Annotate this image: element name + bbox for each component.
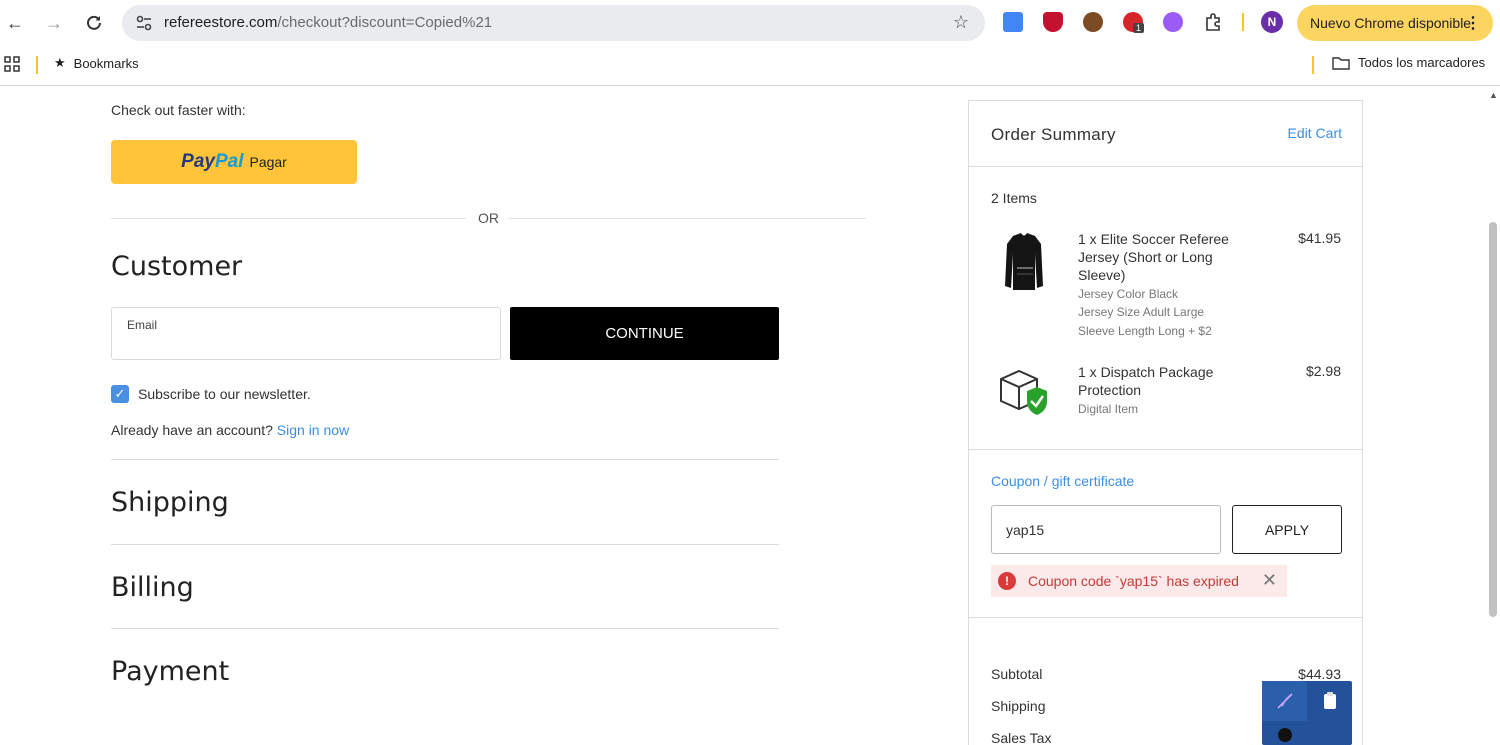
item-option: Jersey Color Black bbox=[1078, 287, 1179, 301]
section-divider bbox=[111, 544, 779, 545]
coupon-error-message: Coupon code `yap15` has expired bbox=[1028, 573, 1239, 589]
newsletter-label: Subscribe to our newsletter. bbox=[138, 386, 311, 402]
newsletter-option[interactable]: ✓ Subscribe to our newsletter. bbox=[111, 385, 311, 403]
subtotal-value: $44.93 bbox=[1298, 666, 1341, 682]
google-translate-icon[interactable] bbox=[1003, 12, 1023, 32]
avatar-icon[interactable] bbox=[1262, 725, 1307, 745]
apply-coupon-button[interactable]: APPLY bbox=[1232, 505, 1342, 554]
chrome-update-button[interactable]: Nuevo Chrome disponible ⋮ bbox=[1297, 5, 1493, 41]
clipboard-icon[interactable] bbox=[1307, 681, 1352, 721]
jersey-image bbox=[991, 230, 1057, 296]
address-bar[interactable]: refereestore.com/checkout?discount=Copie… bbox=[122, 5, 985, 41]
coupon-input[interactable] bbox=[991, 505, 1221, 554]
sign-in-link[interactable]: Sign in now bbox=[277, 422, 349, 438]
star-icon: ★ bbox=[54, 55, 66, 70]
email-label: Email bbox=[127, 318, 158, 332]
scroll-up-arrow-icon[interactable]: ▲ bbox=[1489, 90, 1498, 100]
apps-grid-icon[interactable] bbox=[4, 56, 20, 72]
purple-extension-icon[interactable] bbox=[1163, 12, 1183, 32]
continue-button[interactable]: CONTINUE bbox=[510, 307, 779, 360]
url-path: /checkout?discount=Copied%21 bbox=[277, 14, 493, 31]
cookie-icon[interactable] bbox=[1083, 12, 1103, 32]
paypal-action-label: Pagar bbox=[249, 154, 287, 170]
summary-divider bbox=[969, 617, 1362, 618]
coupon-error-alert: ! Coupon code `yap15` has expired ✕ bbox=[991, 565, 1287, 597]
items-count: 2 Items bbox=[991, 190, 1037, 206]
or-line-left bbox=[111, 218, 466, 219]
edit-cart-link[interactable]: Edit Cart bbox=[1288, 125, 1342, 141]
paypal-logo-pal: Pal bbox=[214, 151, 244, 172]
account-prompt: Already have an account? Sign in now bbox=[111, 422, 349, 438]
billing-title: Billing bbox=[111, 572, 194, 603]
newsletter-checkbox[interactable]: ✓ bbox=[111, 385, 129, 403]
extensions-puzzle-icon[interactable] bbox=[1203, 12, 1223, 32]
back-arrow-icon[interactable]: ← bbox=[3, 11, 27, 35]
or-divider: OR bbox=[111, 209, 866, 227]
section-divider bbox=[111, 628, 779, 629]
customer-title: Customer bbox=[111, 251, 243, 282]
checkout-faster-label: Check out faster with: bbox=[111, 102, 246, 118]
floating-widget[interactable] bbox=[1262, 681, 1352, 745]
or-label: OR bbox=[478, 210, 499, 226]
close-icon[interactable]: ✕ bbox=[1262, 570, 1277, 591]
item-option: Jersey Size Adult Large bbox=[1078, 305, 1205, 319]
item-price: $2.98 bbox=[1305, 363, 1341, 379]
paypal-logo: PayPal bbox=[181, 151, 243, 173]
bookmarks-bar: ★ Bookmarks Todos los marcadores bbox=[0, 46, 1500, 86]
bookmarks-separator bbox=[36, 56, 38, 74]
subtotal-label: Subtotal bbox=[991, 666, 1043, 682]
account-prompt-text: Already have an account? bbox=[111, 422, 273, 438]
toolbar-separator bbox=[1242, 13, 1244, 31]
payment-title: Payment bbox=[111, 656, 230, 687]
item-name: 1 x Elite Soccer Referee Jersey (Short o… bbox=[1078, 231, 1229, 283]
reload-icon[interactable] bbox=[82, 11, 106, 35]
item-price: $41.95 bbox=[1298, 230, 1341, 246]
order-summary: Order Summary Edit Cart 2 Items 1 x Elit… bbox=[968, 100, 1363, 745]
email-input[interactable] bbox=[126, 334, 486, 356]
all-bookmarks-folder[interactable]: Todos los marcadores bbox=[1332, 55, 1485, 70]
order-summary-header: Order Summary Edit Cart bbox=[969, 101, 1362, 167]
paypal-logo-pay: Pay bbox=[181, 151, 215, 172]
order-summary-title: Order Summary bbox=[991, 125, 1116, 144]
sales-tax-label: Sales Tax bbox=[991, 730, 1052, 745]
bookmarks-folder[interactable]: ★ Bookmarks bbox=[54, 55, 139, 71]
bookmarks-separator-right bbox=[1312, 56, 1314, 74]
extension-red-icon[interactable]: 1 bbox=[1123, 12, 1145, 33]
summary-divider bbox=[969, 449, 1362, 450]
checkout-page: Check out faster with: PayPal Pagar OR C… bbox=[0, 87, 1500, 745]
more-menu-icon[interactable]: ⋮ bbox=[1465, 13, 1481, 33]
item-option: Digital Item bbox=[1078, 402, 1139, 416]
site-settings-icon[interactable] bbox=[134, 13, 154, 33]
scrollbar-thumb[interactable] bbox=[1489, 222, 1497, 617]
extension-badge: 1 bbox=[1133, 23, 1145, 33]
ublock-shield-icon[interactable] bbox=[1043, 12, 1063, 32]
profile-avatar[interactable]: N bbox=[1261, 11, 1283, 33]
chrome-update-label: Nuevo Chrome disponible bbox=[1310, 15, 1472, 31]
bookmark-star-icon[interactable]: ☆ bbox=[953, 12, 969, 33]
email-field[interactable]: Email bbox=[111, 307, 501, 360]
error-icon: ! bbox=[998, 572, 1016, 590]
package-protection-icon bbox=[991, 363, 1057, 429]
feather-icon[interactable] bbox=[1262, 681, 1307, 721]
subtotal-row: Subtotal $44.93 bbox=[991, 666, 1341, 682]
all-bookmarks-label: Todos los marcadores bbox=[1358, 55, 1486, 70]
coupon-toggle-link[interactable]: Coupon / gift certificate bbox=[991, 473, 1134, 489]
browser-toolbar: ← → refereestore.com/checkout?discount=C… bbox=[0, 0, 1500, 46]
item-option: Sleeve Length Long + $2 bbox=[1078, 324, 1212, 338]
shipping-label: Shipping bbox=[991, 698, 1046, 714]
bookmarks-label: Bookmarks bbox=[73, 55, 139, 71]
url-text[interactable]: refereestore.com/checkout?discount=Copie… bbox=[164, 14, 492, 31]
url-host: refereestore.com bbox=[164, 14, 278, 31]
item-name: 1 x Dispatch Package Protection bbox=[1078, 364, 1214, 398]
folder-icon bbox=[1332, 56, 1350, 70]
or-line-right bbox=[509, 218, 866, 219]
page-scrollbar[interactable]: ▲ bbox=[1486, 87, 1500, 745]
forward-arrow-icon[interactable]: → bbox=[42, 11, 66, 35]
paypal-button[interactable]: PayPal Pagar bbox=[111, 140, 357, 184]
section-divider bbox=[111, 459, 779, 460]
shipping-title: Shipping bbox=[111, 487, 229, 518]
